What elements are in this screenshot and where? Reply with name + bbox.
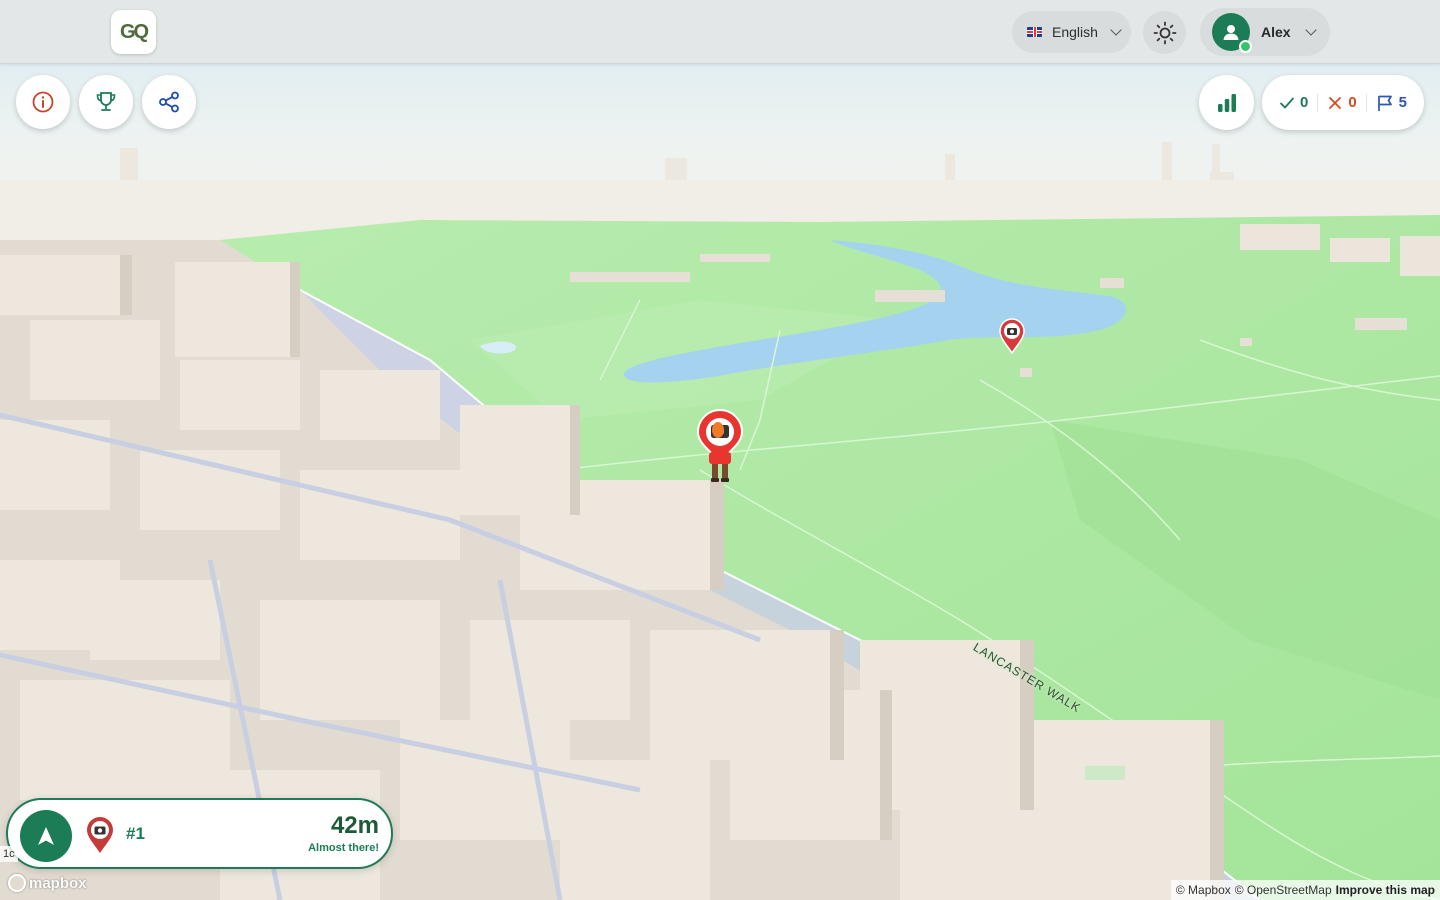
mapbox-icon [8,874,26,892]
top-header: GQ English Alex [0,0,1440,64]
score-summary: 0 0 5 [1262,75,1424,130]
chevron-down-icon [1304,24,1317,36]
share-button[interactable] [142,75,196,129]
user-menu-button[interactable]: Alex [1200,8,1330,56]
chevron-down-icon [1110,24,1122,36]
logo-text: GQ [119,20,149,43]
uk-flag-icon [1027,27,1042,37]
osm-attribution-link[interactable]: © OpenStreetMap [1235,883,1332,897]
cross-icon [1329,96,1342,109]
target-distance: 42m [330,812,379,839]
player-avatar-icon[interactable] [695,408,745,486]
correct-count: 0 [1270,94,1317,111]
target-rank: #1 [126,824,145,843]
info-button[interactable] [16,75,70,129]
target-pin-icon[interactable] [998,318,1026,354]
target-status-text: Almost there! [308,842,379,854]
theme-toggle-button[interactable] [1143,11,1186,54]
user-icon [1223,25,1239,40]
leaderboard-button[interactable] [79,75,133,129]
correct-value: 0 [1299,94,1309,111]
navigate-button[interactable] [20,810,72,862]
user-name: Alex [1261,24,1291,40]
target-pin-icon [87,817,113,853]
improve-map-link[interactable]: Improve this map [1336,883,1435,897]
share-icon [159,91,179,113]
sun-icon [1153,21,1176,44]
trophy-icon [96,92,116,111]
mapbox-logo[interactable]: mapbox [8,874,87,892]
mapbox-wordmark: mapbox [29,874,87,892]
online-status-dot [1239,40,1252,53]
map-attribution: © Mapbox © OpenStreetMap Improve this ma… [1170,880,1440,900]
target-status-bar[interactable]: #1 42m Almost there! [6,798,393,869]
info-icon [32,91,54,113]
wrong-count: 0 [1318,94,1365,111]
scale-indicator: 1c [0,846,18,862]
wrong-value: 0 [1348,94,1357,111]
stats-button[interactable] [1199,75,1254,130]
flags-value: 5 [1398,94,1408,111]
flag-icon [1377,95,1392,111]
map-canvas[interactable]: LANCASTER WALK [0,0,1440,900]
mapbox-attribution-link[interactable]: © Mapbox [1176,883,1231,897]
flags-count: 5 [1367,94,1416,112]
language-label: English [1052,24,1098,40]
bar-chart-icon [1217,93,1236,112]
language-selector[interactable]: English [1012,11,1131,53]
app-logo[interactable]: GQ [111,10,156,54]
check-icon [1280,97,1294,108]
navigation-arrow-icon [38,827,54,845]
avatar [1212,13,1252,53]
